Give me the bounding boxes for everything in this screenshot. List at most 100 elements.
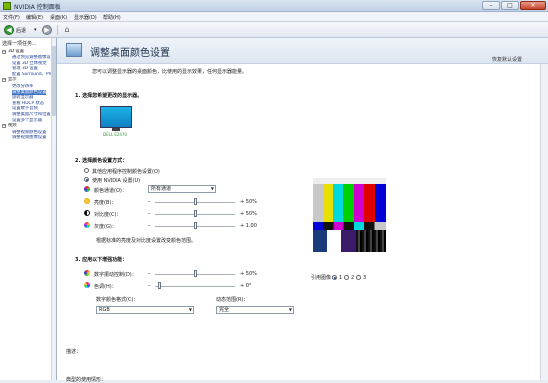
pattern-black-ramp	[356, 230, 386, 252]
sidebar-task-item[interactable]: 调整桌面尺寸和位置	[12, 112, 51, 117]
contrast-value: + 50%	[240, 211, 257, 217]
color-format-select[interactable]: RGB ▼	[96, 306, 194, 314]
sidebar-task-item[interactable]: 管理 3D 设置	[12, 66, 38, 71]
color-range-hint: 根据标准的亮度及对比度设置改变颜色范围。	[96, 238, 197, 244]
bar-green	[343, 184, 354, 222]
sidebar-scroll-thumb[interactable]	[52, 46, 56, 116]
vibrance-label: 数字振动控制(D)：	[94, 272, 137, 278]
toolbar: ◀ 后退 ▾ ▶ ⌂	[0, 22, 548, 38]
chevron-down-icon: ▼	[188, 307, 192, 312]
reference-image-1-radio[interactable]	[332, 275, 337, 280]
color-format-value: RGB	[99, 307, 110, 313]
bar-gray	[313, 184, 323, 222]
maximize-button[interactable]: □	[501, 1, 519, 10]
sidebar-task-item[interactable]: 设置数字音频	[12, 106, 38, 111]
monitor-icon[interactable]	[100, 106, 132, 128]
bar-yellow	[323, 184, 333, 222]
sidebar-category[interactable]: 视频	[8, 123, 17, 128]
pattern-white-block	[327, 230, 341, 252]
menu-help[interactable]: 帮助(H)	[103, 14, 121, 21]
hue-icon	[84, 282, 90, 288]
sidebar-task-item[interactable]: 调整桌面颜色设置	[12, 89, 47, 95]
bar-red	[364, 184, 375, 222]
reference-image-3-radio[interactable]	[356, 275, 361, 280]
sidebar-category[interactable]: 3D 设置	[8, 49, 24, 54]
vibrance-icon	[84, 270, 90, 276]
radio-other-apps-label: 其他应用程序控制颜色设置(O)	[92, 169, 160, 175]
sidebar-task-item[interactable]: 通过预览调整图像设置	[12, 55, 51, 60]
sidebar-task-item[interactable]: 调整视频图像设置	[12, 135, 46, 140]
home-icon[interactable]: ⌂	[62, 25, 72, 35]
menu-edit[interactable]: 编辑(E)	[26, 14, 43, 21]
hue-slider-track[interactable]	[155, 286, 235, 287]
color-channel-select[interactable]: 所有通道 ▼	[148, 185, 216, 193]
notes-label: 描述：	[66, 349, 82, 355]
section2-title: 2. 选择颜色设置方式：	[75, 158, 128, 164]
tree-expander-icon[interactable]: −	[2, 123, 6, 128]
content-panel	[57, 38, 548, 380]
vibrance-minus: –	[148, 271, 151, 277]
sidebar-task-item[interactable]: 旋转显示器	[12, 95, 33, 100]
section1-title: 1. 选择您希望更改的显示器。	[75, 93, 143, 99]
dynamic-range-value: 完全	[219, 307, 230, 313]
sidebar-category[interactable]: 显示	[8, 77, 17, 82]
hue-label: 色调(H)：	[94, 284, 117, 290]
forward-arrow-icon[interactable]: ▶	[42, 25, 52, 35]
desktop-color-icon	[66, 43, 82, 57]
tree-expander-icon[interactable]: −	[2, 49, 6, 54]
radio-other-apps[interactable]	[84, 168, 89, 173]
color-test-pattern	[313, 178, 386, 252]
brightness-slider-thumb[interactable]	[193, 198, 197, 205]
page-title: 调整桌面颜色设置	[90, 48, 170, 59]
monitor-label: DELL E2470	[103, 132, 128, 137]
restore-defaults-link[interactable]: 恢复默认设置	[492, 56, 522, 63]
minimize-button[interactable]: –	[482, 1, 500, 10]
dynamic-range-select[interactable]: 完全 ▼	[216, 306, 294, 314]
page-description: 您可以调整显示器的桌面颜色，比使用的显示效果，任何显示器能量。	[92, 69, 248, 75]
contrast-slider-thumb[interactable]	[193, 210, 197, 217]
close-button[interactable]: ✕	[520, 1, 546, 10]
content-scrollbar[interactable]	[540, 64, 548, 380]
contrast-minus: –	[148, 211, 151, 217]
gamma-slider-thumb[interactable]	[193, 222, 197, 229]
color-channel-label: 颜色通道(O)：	[94, 188, 127, 194]
task-sidebar: 选择一项任务... −3D 设置 通过预览调整图像设置 设置 3D 立体视觉 管理 3…	[0, 38, 57, 380]
sidebar-task-item[interactable]: 调整视频颜色设置	[12, 130, 46, 135]
gamma-value: + 1.00	[240, 223, 257, 229]
vibrance-slider-thumb[interactable]	[193, 270, 197, 277]
brightness-value: + 50%	[240, 199, 257, 205]
hue-minus: –	[148, 283, 151, 289]
sidebar-task-item[interactable]: 查看 HDCP 状态	[12, 101, 44, 106]
bar-cyan	[333, 184, 343, 222]
hue-slider-thumb[interactable]	[158, 282, 162, 289]
section3-title: 3. 应用以下增强功能：	[75, 257, 128, 263]
window-title: NVIDIA 控制面板	[14, 4, 61, 11]
tree-expander-icon[interactable]: −	[2, 77, 6, 82]
chevron-down-icon: ▼	[210, 186, 214, 191]
back-history-dropdown-icon[interactable]: ▾	[34, 27, 37, 33]
vibrance-value: + 50%	[240, 271, 257, 277]
menu-file[interactable]: 文件(F)	[3, 14, 20, 21]
sidebar-task-item[interactable]: 设置多个显示器	[12, 118, 42, 123]
contrast-icon	[84, 210, 90, 216]
back-arrow-icon[interactable]: ◀	[4, 25, 14, 35]
radio-nvidia-settings[interactable]	[84, 177, 89, 182]
contrast-label: 对比度(C)：	[94, 212, 122, 218]
reference-image-3-label: 3	[363, 275, 367, 281]
color-channel-value: 所有通道	[151, 186, 172, 192]
gamma-icon	[84, 222, 90, 228]
reference-image-2-radio[interactable]	[344, 275, 349, 280]
dynamic-range-label: 动态范围(R)：	[216, 297, 249, 303]
reference-image-2-label: 2	[351, 275, 355, 281]
bar-magenta	[354, 184, 364, 222]
hue-value: + 0°	[240, 283, 252, 289]
sidebar-task-item[interactable]: 设置 3D 立体视觉	[12, 61, 47, 66]
menu-desktop[interactable]: 桌面(K)	[50, 14, 67, 21]
sidebar-header: 选择一项任务...	[2, 41, 37, 47]
color-channel-icon	[84, 186, 90, 192]
menu-display[interactable]: 显示器(D)	[74, 14, 97, 21]
sidebar-task-item[interactable]: 配置 Surround、PhysX	[12, 72, 51, 77]
sidebar-task-item[interactable]: 更改分辨率	[12, 84, 33, 89]
back-button-label[interactable]: 后退	[16, 27, 26, 34]
gamma-label: 灰度(G)：	[94, 224, 117, 230]
